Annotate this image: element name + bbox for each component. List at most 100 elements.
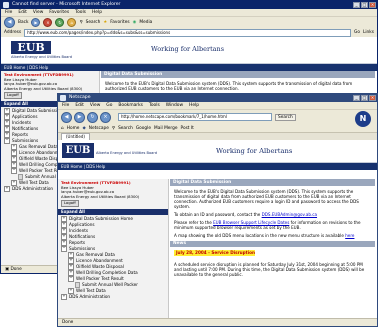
- ns-nav-buttons: ◀ ▶ ↻ ×: [61, 111, 111, 123]
- ns-content-header: Digital Data Submission: [170, 179, 375, 186]
- ns-titlebar: Netscape _ □ ×: [58, 94, 377, 102]
- back-arrow-icon[interactable]: ◀: [61, 111, 72, 123]
- bm-google[interactable]: Google: [136, 126, 151, 131]
- ns-tree-label: Reports: [69, 239, 86, 245]
- menu-go[interactable]: Go: [106, 102, 112, 109]
- favorites-star-icon[interactable]: ★: [103, 20, 107, 25]
- menu-help[interactable]: Help: [189, 102, 199, 109]
- ns-tab[interactable]: (Untitled): [61, 133, 90, 140]
- collapse-icon[interactable]: −: [68, 275, 74, 282]
- ns-para-map: A map showing the old DDS menu locations…: [170, 233, 375, 238]
- favorites-label[interactable]: Favorites: [110, 20, 129, 25]
- page-icon: ▣: [5, 267, 10, 272]
- bm-netscape[interactable]: Netscape: [89, 126, 109, 131]
- expander-icon[interactable]: +: [4, 185, 10, 192]
- media-label[interactable]: Media: [139, 20, 152, 25]
- stop-icon[interactable]: ×: [100, 111, 111, 123]
- ns-para-disruption: A scheduled service disruption is planne…: [174, 262, 365, 277]
- ie-addressbar: Address http://www.eub.com/pages/index.p…: [1, 28, 377, 37]
- menu-tools[interactable]: Tools: [149, 102, 160, 109]
- collapse-icon[interactable]: −: [4, 137, 10, 144]
- netscape-logo-icon[interactable]: N: [355, 111, 371, 127]
- ns-tree-label: Submit Annual Well Packer: [82, 281, 138, 287]
- minimize-button[interactable]: _: [353, 2, 360, 8]
- ie-tree-label: Applications: [12, 113, 38, 119]
- minimize-button[interactable]: _: [353, 95, 360, 101]
- refresh-icon[interactable]: ↻: [55, 18, 65, 27]
- netscape-app-icon: [60, 95, 66, 101]
- menu-view[interactable]: View: [33, 9, 43, 16]
- ns-tree-label: Licence Abandonment: [76, 257, 123, 263]
- search-label[interactable]: Search: [86, 20, 101, 25]
- links-label[interactable]: Links: [363, 30, 374, 35]
- eub-logo[interactable]: EUB: [62, 143, 94, 158]
- forward-arrow-icon[interactable]: ▶: [74, 111, 85, 123]
- ns-search-button[interactable]: Search: [275, 113, 296, 121]
- close-button[interactable]: ×: [369, 95, 376, 101]
- ns-menubar: File Edit View Go Bookmarks Tools Window…: [58, 102, 377, 109]
- maximize-button[interactable]: □: [361, 2, 368, 8]
- ns-user-org: Alberta Energy and Utilities Board (8300…: [61, 193, 140, 199]
- ns-user-info: Test Environment (TTVFDB9991) Bee Lissya…: [58, 179, 168, 209]
- bm-mail-merge[interactable]: Mail Merge: [154, 126, 178, 131]
- ie-title-text: Cannot find server - Microsoft Internet …: [12, 2, 121, 7]
- ie-tree-label: Incidents: [12, 119, 32, 125]
- ns-breadcrumb[interactable]: EUB Home | DDS Help: [58, 163, 377, 170]
- collapse-icon[interactable]: −: [61, 245, 67, 252]
- ie-app-icon: [3, 2, 9, 8]
- eub-banner: EUB Alberta Energy and Utilities Board W…: [1, 37, 377, 64]
- ns-tree-item[interactable]: + DDS Administration: [58, 293, 168, 300]
- menu-edit[interactable]: Edit: [75, 102, 84, 109]
- menu-edit[interactable]: Edit: [18, 9, 27, 16]
- media-icon[interactable]: ◉: [133, 20, 137, 25]
- ns-content: Digital Data Submission Welcome to the E…: [170, 179, 375, 318]
- bm-home[interactable]: Home: [67, 126, 80, 131]
- stop-icon[interactable]: ×: [43, 18, 53, 27]
- search-icon[interactable]: ⚲: [79, 20, 82, 25]
- collapse-icon[interactable]: −: [11, 167, 17, 174]
- ie-user-org: Alberta Energy and Utilities Board (8300…: [4, 85, 83, 91]
- ie-logoff-button[interactable]: Logoff: [4, 92, 22, 99]
- menu-bookmarks[interactable]: Bookmarks: [118, 102, 143, 109]
- ns-map-link[interactable]: here: [345, 233, 354, 238]
- close-button[interactable]: ×: [369, 2, 376, 8]
- ns-tree-label: DDS Administration: [69, 293, 111, 299]
- back-arrow-icon[interactable]: ◀: [4, 17, 15, 28]
- ns-logoff-button[interactable]: Logoff: [61, 200, 79, 207]
- eub-logo[interactable]: EUB: [11, 41, 51, 54]
- home-icon[interactable]: ⌂: [61, 126, 64, 131]
- ns-para-contact: To obtain an ID and password, contact th…: [170, 212, 375, 217]
- ns-tree-label: Incidents: [69, 227, 89, 233]
- ns-tree-label: Submissions: [69, 245, 96, 251]
- menu-favorites[interactable]: Favorites: [49, 9, 69, 16]
- menu-help[interactable]: Help: [92, 9, 102, 16]
- address-input[interactable]: http://www.eub.com/pages/index.php?p=dds…: [24, 28, 351, 37]
- menu-tools[interactable]: Tools: [75, 9, 86, 16]
- go-button[interactable]: Go: [354, 30, 360, 35]
- bm-search[interactable]: Search: [118, 126, 133, 131]
- reload-icon[interactable]: ↻: [87, 111, 98, 123]
- ns-email-link[interactable]: DDS.EUBAdmin@gov.ab.ca: [262, 212, 317, 217]
- address-label: Address: [4, 30, 22, 35]
- home-icon[interactable]: ⌂: [67, 18, 77, 27]
- netscape-window: Netscape _ □ × File Edit View Go Bookmar…: [57, 93, 378, 327]
- ns-tree-label: Notifications: [69, 233, 96, 239]
- menu-file[interactable]: File: [62, 102, 69, 109]
- expander-icon[interactable]: +: [61, 293, 67, 300]
- ie-titlebar: Cannot find server - Microsoft Internet …: [1, 1, 377, 9]
- ie-tree-label: Well Test Data: [19, 179, 49, 185]
- ns-tree-label: Applications: [69, 221, 95, 227]
- menu-window[interactable]: Window: [166, 102, 183, 109]
- ie-breadcrumb[interactable]: EUB Home | DDS Help: [1, 64, 377, 71]
- back-label[interactable]: Back: [18, 20, 28, 25]
- menu-view[interactable]: View: [90, 102, 100, 109]
- bm-post-it[interactable]: Post It: [181, 126, 194, 131]
- ns-address-input[interactable]: http://home.netscape.com/bookmark/7_1/ho…: [118, 113, 272, 121]
- maximize-button[interactable]: □: [361, 95, 368, 101]
- menu-file[interactable]: File: [5, 9, 12, 16]
- forward-arrow-icon[interactable]: ▶: [31, 18, 41, 27]
- eub-tagline: Working for Albertans: [216, 147, 293, 155]
- eub-tagline: Working for Albertans: [151, 45, 225, 53]
- eub-logo-subtitle: Alberta Energy and Utilities Board: [11, 55, 73, 59]
- ns-status-text: Done: [62, 320, 74, 325]
